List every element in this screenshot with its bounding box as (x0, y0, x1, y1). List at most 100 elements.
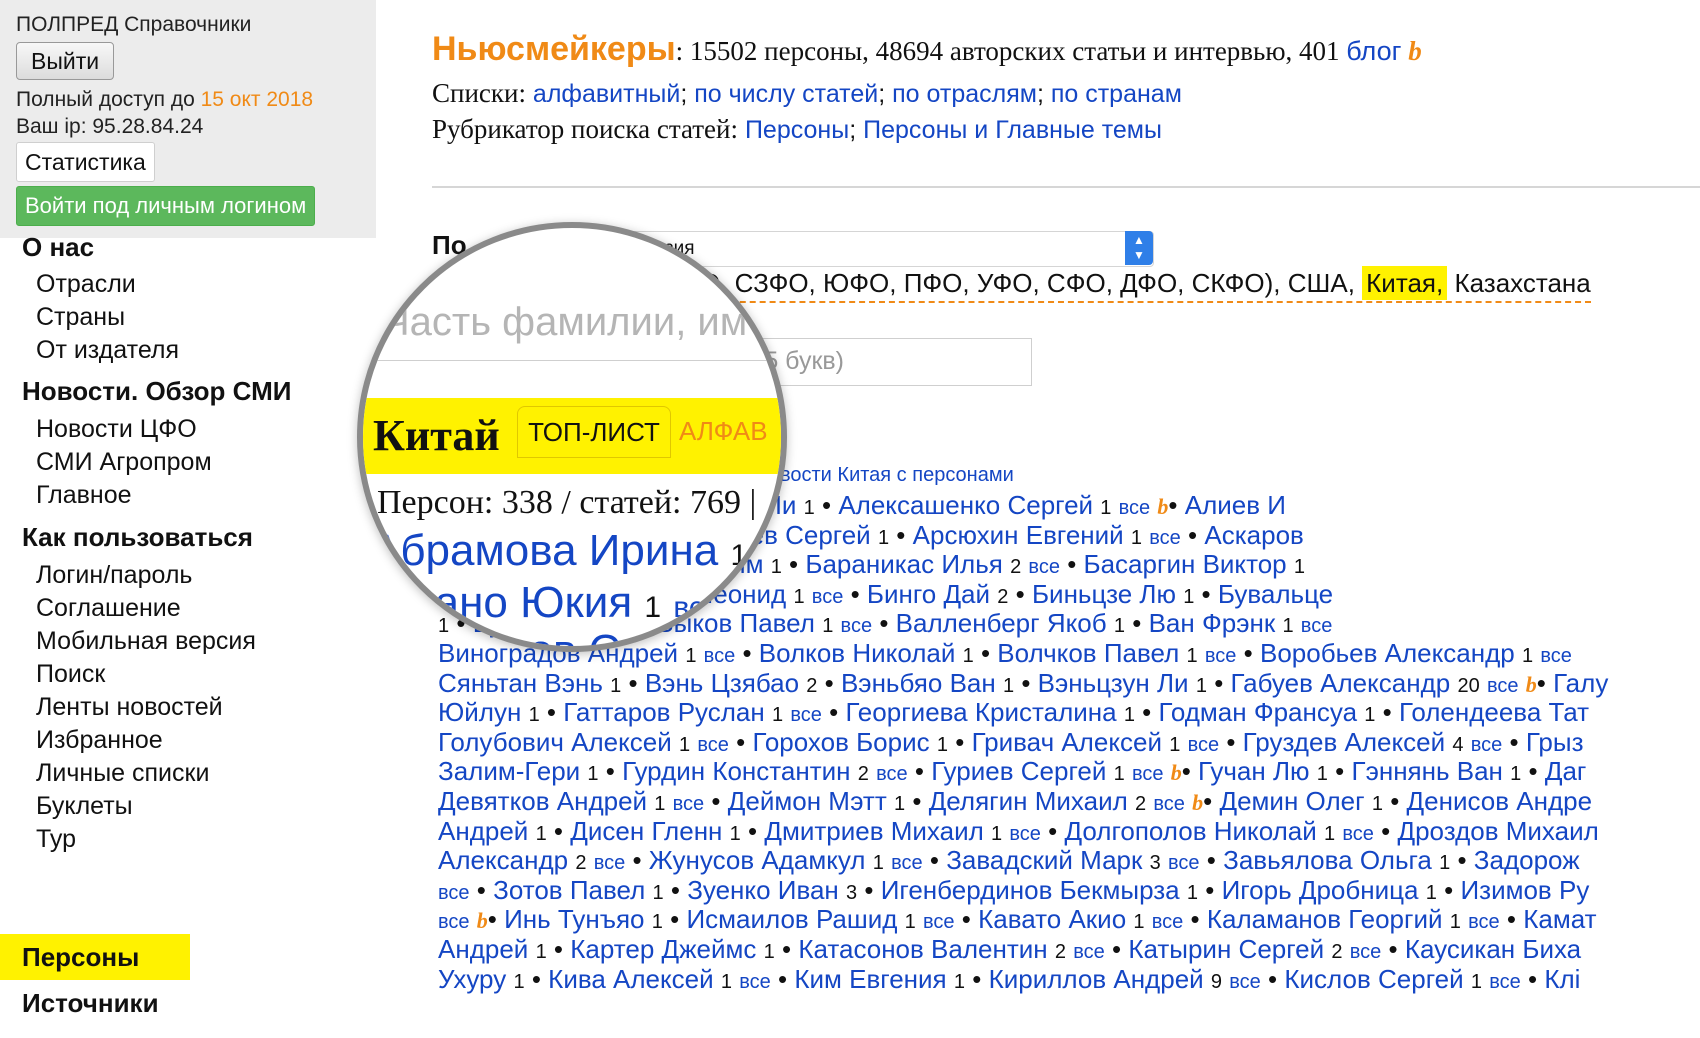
person-link[interactable]: Грыз (1526, 727, 1584, 757)
person-link[interactable]: Валленберг Якоб (896, 608, 1107, 638)
person-link[interactable]: Годман Франсуа (1159, 697, 1358, 727)
all-articles-link[interactable]: все (1301, 615, 1333, 637)
list-by-countries-link[interactable]: по странам (1051, 80, 1182, 108)
person-link[interactable]: Алексашенко Сергей (838, 490, 1093, 520)
person-link[interactable]: Завьялова Ольга (1223, 845, 1432, 875)
all-articles-link[interactable]: все (1188, 734, 1220, 756)
person-link[interactable]: Бувальце (1218, 579, 1333, 609)
nav-smi-agroprom[interactable]: СМИ Агропром (36, 448, 212, 477)
all-articles-link[interactable]: все (1471, 734, 1503, 756)
all-articles-link[interactable]: все (697, 734, 729, 756)
all-articles-link[interactable]: все (1350, 941, 1382, 963)
person-link[interactable]: Вэньбяо Ван (841, 668, 996, 698)
all-articles-link[interactable]: все (673, 591, 720, 624)
all-articles-link[interactable]: все (1028, 556, 1060, 578)
nav-persons[interactable]: Персоны (22, 942, 139, 973)
nav-news-heading[interactable]: Новости. Обзор СМИ (22, 376, 291, 407)
list-by-articles-link[interactable]: по числу статей (694, 80, 878, 108)
person-link[interactable]: Делягин Михаил (929, 786, 1128, 816)
person-link[interactable]: Арсюхин Евгений (913, 520, 1124, 550)
person-link[interactable]: Амано Юкия (375, 578, 632, 627)
person-link[interactable]: Юйлун (438, 697, 521, 727)
rubricator-persons-link[interactable]: Персоны (745, 116, 849, 144)
person-link[interactable]: Камат (1523, 904, 1596, 934)
person-link[interactable]: Инь Тунъяо (504, 904, 644, 934)
person-link[interactable]: Дмитриев Михаил (764, 816, 983, 846)
list-by-sectors-link[interactable]: по отраслям (892, 80, 1037, 108)
person-link[interactable]: Андрей (438, 934, 528, 964)
nav-booklets[interactable]: Буклеты (36, 792, 133, 821)
person-link[interactable]: Катасонов Валентин (798, 934, 1047, 964)
person-link[interactable]: Биньцзе Лю (1032, 579, 1176, 609)
nav-feeds[interactable]: Ленты новостей (36, 693, 223, 722)
person-link[interactable]: Вэнь Цзябао (645, 668, 799, 698)
all-articles-link[interactable]: все (1342, 823, 1374, 845)
person-link[interactable]: Кавато Акио (978, 904, 1126, 934)
all-articles-link[interactable]: все (1540, 645, 1572, 667)
person-link[interactable]: Дроздов Михаил (1397, 816, 1598, 846)
person-link[interactable]: Груздев Алексей (1243, 727, 1445, 757)
blog-link[interactable]: блог (1346, 36, 1401, 66)
person-link[interactable]: Долгополов Николай (1065, 816, 1317, 846)
all-articles-link[interactable]: все (1468, 911, 1500, 933)
rubricator-persons-topics-link[interactable]: Персоны и Главные темы (863, 116, 1162, 144)
blog-icon[interactable]: b (1526, 672, 1537, 697)
person-link[interactable]: Зотов Павел (493, 875, 645, 905)
person-link[interactable]: Абрамова Ирина (371, 526, 718, 575)
nav-mobile[interactable]: Мобильная версия (36, 627, 256, 656)
all-articles-link[interactable]: все (1489, 971, 1521, 993)
all-articles-link[interactable]: все (1149, 527, 1181, 549)
person-link[interactable]: Ким Евгения (794, 964, 946, 994)
person-link[interactable]: Басаргин Виктор (1084, 549, 1287, 579)
blog-icon[interactable]: b (1408, 36, 1422, 66)
all-articles-link[interactable]: все (1119, 497, 1151, 519)
nav-news-cfo[interactable]: Новости ЦФО (36, 415, 197, 444)
all-articles-link[interactable]: все (923, 911, 955, 933)
all-articles-link[interactable]: все (438, 882, 470, 904)
person-link[interactable]: Задорож (1474, 845, 1580, 875)
all-articles-link[interactable]: все (1009, 823, 1041, 845)
person-link[interactable]: Дисен Гленн (570, 816, 722, 846)
person-link[interactable]: Алиев И (1185, 490, 1286, 520)
all-articles-link[interactable]: все (876, 763, 908, 785)
person-link[interactable]: Бараникас Илья (805, 549, 1002, 579)
nav-publisher[interactable]: От издателя (36, 336, 179, 365)
person-link[interactable]: Андрей (438, 816, 528, 846)
person-link[interactable]: Завадский Марк (946, 845, 1142, 875)
person-link[interactable]: Зуенко Иван (687, 875, 839, 905)
china-news-link[interactable]: вости Китая с персонами (780, 464, 1014, 487)
nav-sources[interactable]: Источники (22, 988, 159, 1019)
list-alphabetical-link[interactable]: алфавитный (533, 80, 680, 108)
person-link[interactable]: Сяньтан Вэнь (438, 668, 603, 698)
all-articles-link[interactable]: все (704, 645, 736, 667)
nav-login-password[interactable]: Логин/пароль (36, 561, 192, 590)
nav-about[interactable]: О нас (22, 232, 94, 263)
person-link[interactable]: Волчков Павел (997, 638, 1179, 668)
person-link[interactable]: Игенбердинов Бекмырза (881, 875, 1180, 905)
blog-icon[interactable]: b (1157, 494, 1168, 519)
all-articles-link[interactable]: все (1153, 793, 1185, 815)
person-link[interactable]: Гуриев Сергей (931, 756, 1106, 786)
nav-howto[interactable]: Как пользоваться (22, 522, 253, 553)
statistics-button[interactable]: Статистика (16, 142, 155, 182)
person-link[interactable]: Голендеева Тат (1399, 697, 1589, 727)
person-link[interactable]: Клі (1544, 964, 1580, 994)
person-link[interactable]: Вэньцзун Ли (1038, 668, 1189, 698)
blog-icon[interactable]: b (1192, 790, 1203, 815)
all-articles-link[interactable]: все (812, 586, 844, 608)
person-link[interactable]: Демин Олег (1219, 786, 1364, 816)
nav-search[interactable]: Поиск (36, 660, 105, 689)
tab-top-list[interactable]: ТОП-ЛИСТ (517, 406, 671, 458)
person-link[interactable]: Георгиева Кристалина (845, 697, 1116, 727)
all-articles-link[interactable]: все (1487, 675, 1519, 697)
all-articles-link[interactable]: все (1132, 763, 1164, 785)
all-articles-link[interactable]: все (594, 852, 626, 874)
person-link[interactable]: Гэннянь Ван (1351, 756, 1502, 786)
nav-personal-lists[interactable]: Личные списки (36, 759, 209, 788)
person-link[interactable]: Исмаилов Рашид (686, 904, 897, 934)
person-link[interactable]: Волков Николай (759, 638, 956, 668)
tab-alphabetical[interactable]: АЛФАВ (679, 406, 768, 456)
person-link[interactable]: Голубович Алексей (438, 727, 672, 757)
all-articles-link[interactable]: все (841, 615, 873, 637)
region-kazakhstan[interactable]: Казахстана (1454, 268, 1590, 298)
